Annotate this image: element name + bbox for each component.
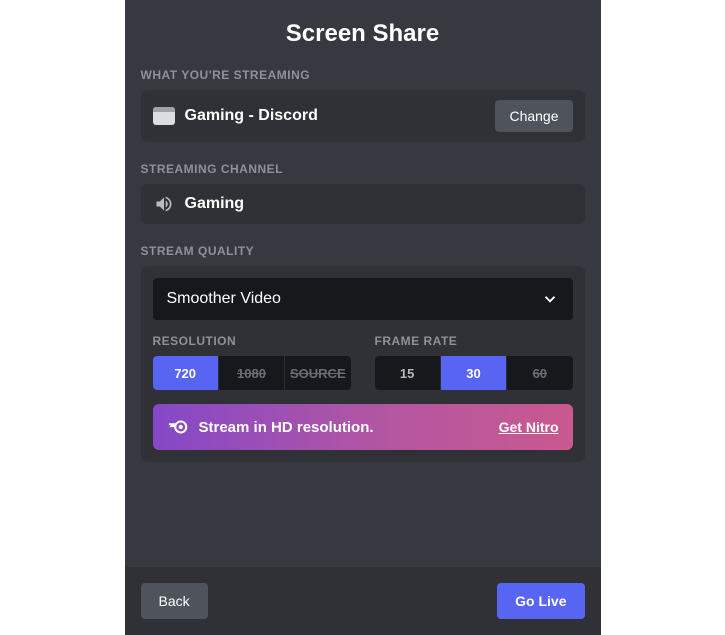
quality-preset-selected: Smoother Video (167, 290, 281, 308)
resolution-option-source: SOURCE (284, 356, 350, 390)
resolution-option-720[interactable]: 720 (153, 356, 218, 390)
nitro-icon (167, 416, 189, 438)
streaming-app-panel: Gaming - Discord Change (141, 90, 585, 142)
resolution-label: RESOLUTION (153, 334, 351, 348)
quality-row: RESOLUTION 7201080SOURCE FRAME RATE 1530… (153, 334, 573, 390)
speaker-icon (153, 194, 175, 214)
change-button[interactable]: Change (495, 100, 572, 132)
go-live-button[interactable]: Go Live (497, 583, 584, 619)
resolution-column: RESOLUTION 7201080SOURCE (153, 334, 351, 390)
channel-panel[interactable]: Gaming (141, 184, 585, 224)
framerate-column: FRAME RATE 153060 (375, 334, 573, 390)
quality-preset-select[interactable]: Smoother Video (153, 278, 573, 320)
channel-section-label: STREAMING CHANNEL (141, 162, 585, 176)
framerate-segment: 153060 (375, 356, 573, 390)
nitro-message: Stream in HD resolution. (199, 419, 489, 436)
streaming-app-name: Gaming - Discord (185, 107, 486, 125)
dialog-footer: Back Go Live (125, 567, 601, 635)
dialog-content: Screen Share WHAT YOU'RE STREAMING Gamin… (125, 0, 601, 567)
back-button[interactable]: Back (141, 583, 208, 619)
resolution-segment: 7201080SOURCE (153, 356, 351, 390)
resolution-option-1080: 1080 (218, 356, 284, 390)
get-nitro-link[interactable]: Get Nitro (499, 419, 559, 435)
chevron-down-icon (541, 290, 559, 308)
quality-section-label: STREAM QUALITY (141, 244, 585, 258)
streaming-section-label: WHAT YOU'RE STREAMING (141, 68, 585, 82)
channel-name: Gaming (185, 195, 573, 213)
framerate-label: FRAME RATE (375, 334, 573, 348)
dialog-title: Screen Share (141, 20, 585, 48)
framerate-option-15[interactable]: 15 (375, 356, 440, 390)
framerate-option-30[interactable]: 30 (440, 356, 506, 390)
screen-share-dialog: Screen Share WHAT YOU'RE STREAMING Gamin… (125, 0, 601, 635)
framerate-option-60: 60 (506, 356, 572, 390)
quality-panel: Smoother Video RESOLUTION 7201080SOURCE … (141, 266, 585, 462)
nitro-banner: Stream in HD resolution. Get Nitro (153, 404, 573, 450)
window-icon (153, 107, 175, 125)
